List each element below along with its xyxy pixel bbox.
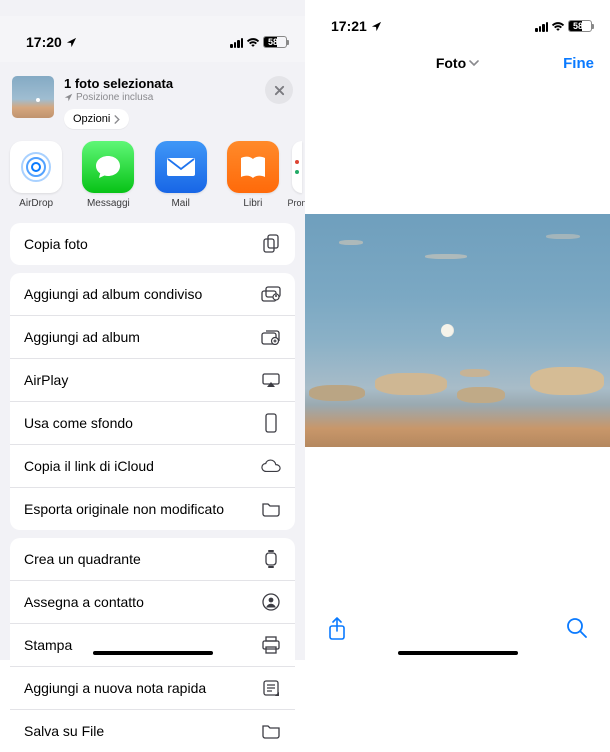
watch-icon [261,549,281,569]
share-sheet: 17:20 58 1 foto selezionata Posizione in… [0,16,305,660]
battery-icon: 58 [263,36,287,48]
chevron-right-icon [114,115,120,124]
wifi-icon [551,21,565,32]
options-button[interactable]: Opzioni [64,109,129,129]
action-watch-face[interactable]: Crea un quadrante [10,538,295,580]
chevron-down-icon [469,60,479,67]
share-app-airdrop[interactable]: AirDrop [0,141,72,209]
search-button[interactable] [566,617,588,639]
location-arrow-icon [64,93,73,102]
share-app-libri[interactable]: Libri [217,141,289,209]
left-phone: Napoli · Bagnoli 17:20 58 1 foto selezio… [0,0,305,660]
share-button[interactable] [327,617,349,639]
home-indicator[interactable] [93,651,213,655]
action-add-album[interactable]: Aggiungi ad album [10,315,295,358]
device-icon [261,413,281,433]
nav-title-button[interactable]: Foto [436,55,479,71]
contact-icon [261,592,281,612]
album-icon [261,327,281,347]
airplay-icon [261,370,281,390]
action-group-2: Aggiungi ad album condiviso Aggiungi ad … [10,273,295,530]
note-icon [261,678,281,698]
status-bar: 17:21 58 [305,0,610,46]
folder-icon [261,499,281,519]
share-app-mail[interactable]: Mail [145,141,217,209]
signal-icon [230,37,243,48]
more-app-icon [292,141,302,193]
action-copy-photo[interactable]: Copia foto [10,223,295,265]
shared-album-icon [261,284,281,304]
cloud-icon [261,456,281,476]
action-quick-note[interactable]: Aggiungi a nuova nota rapida [10,666,295,709]
action-wallpaper[interactable]: Usa come sfondo [10,401,295,444]
airdrop-icon [10,141,62,193]
folder-icon [261,721,281,741]
action-export-original[interactable]: Esporta originale non modificato [10,487,295,530]
wifi-icon [246,37,260,48]
battery-icon: 58 [568,20,592,32]
home-indicator[interactable] [398,651,518,655]
selection-subtitle: Posizione inclusa [64,92,255,103]
books-icon [227,141,279,193]
status-right: 58 [230,36,287,48]
close-button[interactable] [265,76,293,104]
signal-icon [535,21,548,32]
action-group-3: Crea un quadrante Assegna a contatto Sta… [10,538,295,752]
action-save-files[interactable]: Salva su File [10,709,295,752]
selection-title: 1 foto selezionata [64,76,255,91]
share-apps-row: AirDrop Messaggi Mail Libri [0,139,305,215]
close-icon [274,85,285,96]
right-phone: 17:21 58 Foto Fine [305,0,610,660]
photo-moon [441,324,454,337]
done-button[interactable]: Fine [544,55,594,72]
mail-icon [155,141,207,193]
status-time: 17:21 [331,18,367,34]
status-right: 58 [535,20,592,32]
status-bar: 17:20 58 [0,16,305,62]
status-time: 17:20 [26,34,62,50]
photo-thumbnail[interactable] [12,76,54,118]
location-icon [66,37,77,48]
print-icon [261,635,281,655]
photo-preview[interactable] [305,214,610,447]
action-group-1: Copia foto [10,223,295,265]
share-app-messaggi[interactable]: Messaggi [72,141,144,209]
action-airplay[interactable]: AirPlay [10,358,295,401]
share-app-more[interactable]: Pron [289,141,305,209]
location-icon [371,21,382,32]
messages-icon [82,141,134,193]
action-shared-album[interactable]: Aggiungi ad album condiviso [10,273,295,315]
sheet-header: 1 foto selezionata Posizione inclusa Opz… [0,62,305,139]
nav-bar: Foto Fine [305,46,610,84]
action-assign-contact[interactable]: Assegna a contatto [10,580,295,623]
action-icloud-link[interactable]: Copia il link di iCloud [10,444,295,487]
copy-icon [261,234,281,254]
